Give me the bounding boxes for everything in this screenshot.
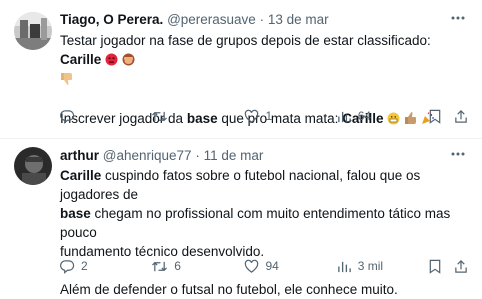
avatar[interactable] [14,12,52,50]
more-icon[interactable] [448,146,468,166]
like-button[interactable]: 94 [244,259,336,274]
retweet-icon [152,261,168,271]
display-name[interactable]: arthur [60,148,99,163]
bookmark-icon[interactable] [428,109,442,124]
angry-face-icon [105,51,118,70]
reply-button[interactable] [60,109,151,124]
text-segment: cuspindo fatos sobre o futebol nacional,… [60,168,421,202]
reply-button[interactable]: 2 [60,259,151,274]
text-segment: chegam no profissional com muito entendi… [60,206,451,240]
retweet-button[interactable] [151,109,244,124]
separator: · [195,148,200,163]
like-count: 1 [265,109,273,123]
mention-text: Carille [60,52,102,67]
like-button[interactable]: 1 [244,109,336,124]
tweet-text: Carille cuspindo fatos sobre o futebol n… [60,166,468,299]
tweet-actions: 1 64 [60,106,468,126]
like-icon [245,259,259,273]
views-icon [337,261,351,272]
bold-text: base [60,206,91,221]
display-name[interactable]: Tiago, O Perera. [60,12,163,27]
timestamp[interactable]: 13 de mar [268,12,329,27]
text-segment: Testar jogador na fase de grupos depois … [60,33,431,48]
share-icon[interactable] [454,259,468,274]
tweet[interactable]: arthur @ahenrique77 · 11 de mar Carille … [0,139,482,297]
reply-icon [60,109,75,124]
view-count: 64 [357,109,372,123]
reply-icon [60,259,75,274]
retweet-count: 6 [174,259,181,273]
tweet-actions: 2 6 94 3 mil [60,256,468,276]
views-icon [337,111,351,122]
retweet-button[interactable]: 6 [151,259,244,274]
separator: · [259,12,265,27]
handle[interactable]: @pererasuave [167,12,256,27]
like-icon [245,109,259,123]
like-count: 94 [265,259,279,273]
timestamp[interactable]: 11 de mar [204,148,264,163]
share-icon[interactable] [454,109,468,124]
text-segment: Além de defender o futsal no futebol, el… [60,282,398,297]
view-count: 3 mil [357,259,384,273]
tweet-header: Tiago, O Perera. @pererasuave · 13 de ma… [60,10,468,30]
more-icon[interactable] [448,10,468,30]
see-no-evil-monkey-icon [122,51,135,70]
views-button[interactable]: 3 mil [337,259,428,274]
avatar[interactable] [14,147,52,185]
bold-text: Carille [60,168,102,183]
tweet-header: arthur @ahenrique77 · 11 de mar [60,146,468,166]
reply-count: 2 [81,259,88,273]
handle[interactable]: @ahenrique77 [103,148,192,163]
retweet-icon [152,111,168,121]
bookmark-icon[interactable] [428,259,442,274]
thumbs-down-icon [60,71,73,90]
tweet[interactable]: Tiago, O Perera. @pererasuave · 13 de ma… [0,0,482,139]
views-button[interactable]: 64 [337,109,428,124]
